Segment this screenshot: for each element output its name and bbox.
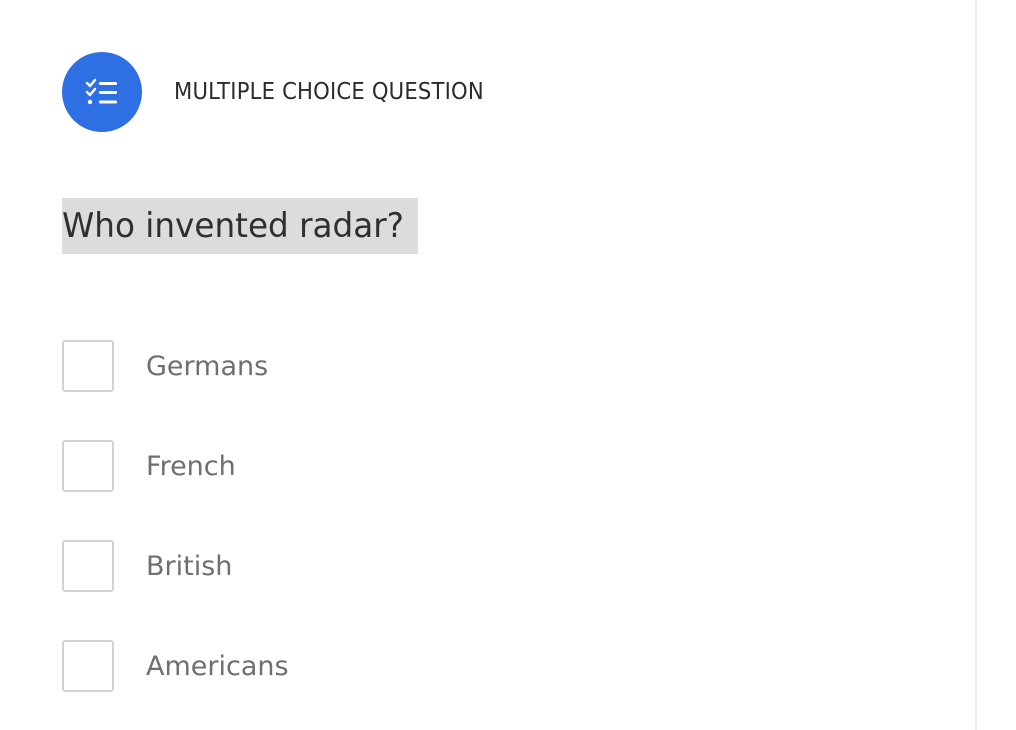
option-british[interactable]: British — [62, 540, 289, 592]
option-label: Germans — [146, 350, 269, 382]
quiz-page: MULTIPLE CHOICE QUESTION Who invented ra… — [0, 0, 1016, 730]
option-label: Americans — [146, 650, 289, 682]
option-checkbox[interactable] — [62, 540, 114, 592]
option-americans[interactable]: Americans — [62, 640, 289, 692]
option-checkbox[interactable] — [62, 440, 114, 492]
question-type-badge — [62, 52, 142, 132]
option-label: French — [146, 450, 236, 482]
question-type-header: MULTIPLE CHOICE QUESTION — [62, 52, 511, 132]
option-french[interactable]: French — [62, 440, 289, 492]
right-panel — [977, 0, 1016, 730]
option-label: British — [146, 550, 233, 582]
question-text-content: Who invented radar? — [62, 206, 405, 246]
question-type-label: MULTIPLE CHOICE QUESTION — [174, 79, 484, 105]
question-text[interactable]: Who invented radar? — [62, 198, 419, 254]
option-germans[interactable]: Germans — [62, 340, 289, 392]
option-checkbox[interactable] — [62, 340, 114, 392]
option-checkbox[interactable] — [62, 640, 114, 692]
answer-options: Germans French British Americans — [62, 340, 289, 730]
checklist-icon — [85, 78, 117, 105]
